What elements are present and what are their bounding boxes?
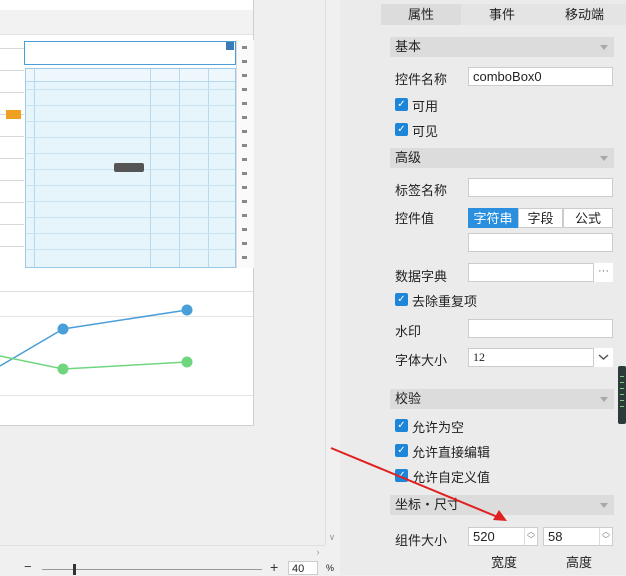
line-chart-widget[interactable] xyxy=(0,290,253,400)
control-name-label: 控件名称 xyxy=(395,72,448,87)
spinner-arrows-icon[interactable]: ︿ ﹀ xyxy=(524,528,537,545)
left-table-fragment[interactable] xyxy=(0,40,24,268)
zoom-input[interactable]: 40 xyxy=(288,561,318,575)
chevron-down-icon xyxy=(598,354,609,361)
control-name-input[interactable]: comboBox0 xyxy=(468,67,613,86)
height-value[interactable]: 58 xyxy=(548,529,562,544)
tab-events[interactable]: 事件 xyxy=(461,4,543,25)
value-type-field[interactable]: 字段 xyxy=(518,208,563,228)
data-dict-browse-button[interactable]: ··· xyxy=(593,263,613,282)
control-value-label: 控件值 xyxy=(395,211,435,226)
horizontal-scrollbar[interactable] xyxy=(0,545,325,560)
visible-checkbox[interactable]: ✓ xyxy=(395,123,408,136)
zoom-in-icon[interactable]: + xyxy=(270,560,282,574)
enabled-label: 可用 xyxy=(412,99,439,114)
page-header-strip xyxy=(0,10,253,35)
data-dict-label: 数据字典 xyxy=(395,269,448,284)
value-type-formula[interactable]: 公式 xyxy=(563,208,613,228)
font-size-select[interactable]: 12 xyxy=(468,348,613,367)
combobox-dropdown-icon[interactable] xyxy=(226,42,234,50)
chart-point-blue xyxy=(57,323,69,335)
width-value[interactable]: 520 xyxy=(473,529,495,544)
grid-header xyxy=(26,69,235,82)
font-size-label: 字体大小 xyxy=(395,353,448,368)
collapse-icon[interactable] xyxy=(600,156,608,161)
dedupe-checkbox[interactable]: ✓ xyxy=(395,293,408,306)
chart-point-blue xyxy=(181,304,193,316)
height-spinner[interactable]: 58 ︿ ﹀ xyxy=(543,527,613,546)
zoom-slider-thumb[interactable] xyxy=(73,564,76,575)
zoom-unit: % xyxy=(326,563,335,573)
chart-series-green xyxy=(0,355,188,370)
enabled-checkbox[interactable]: ✓ xyxy=(395,98,408,111)
width-caption: 宽度 xyxy=(491,555,518,570)
scroll-right-icon[interactable]: › xyxy=(311,545,325,559)
section-advanced[interactable]: 高级 xyxy=(390,148,614,168)
collapse-icon[interactable] xyxy=(600,397,608,402)
section-basic[interactable]: 基本 xyxy=(390,37,614,57)
combobox-widget[interactable] xyxy=(24,41,236,65)
tag-name-input[interactable] xyxy=(468,178,613,197)
section-validation[interactable]: 校验 xyxy=(390,389,614,409)
chart-series-blue xyxy=(0,309,188,367)
allow-empty-checkbox[interactable]: ✓ xyxy=(395,419,408,432)
component-size-label: 组件大小 xyxy=(395,533,448,548)
section-validation-title: 校验 xyxy=(395,391,422,406)
grid-tag-badge xyxy=(114,163,144,172)
tab-mobile[interactable]: 移动端 xyxy=(543,4,626,25)
tag-name-label: 标签名称 xyxy=(395,183,448,198)
dedupe-label: 去除重复项 xyxy=(412,294,478,309)
allow-empty-label: 允许为空 xyxy=(412,420,465,435)
font-size-dropdown[interactable] xyxy=(593,348,613,367)
orange-cell-marker xyxy=(6,110,21,119)
tab-properties[interactable]: 属性 xyxy=(381,4,461,25)
right-ruler xyxy=(236,40,254,268)
data-dict-input[interactable] xyxy=(468,263,613,282)
annotation-arrow-icon xyxy=(330,447,507,521)
height-caption: 高度 xyxy=(566,555,593,570)
section-basic-title: 基本 xyxy=(395,39,422,54)
chart-point-green xyxy=(57,363,69,375)
control-value-input[interactable] xyxy=(468,233,613,252)
section-advanced-title: 高级 xyxy=(395,150,422,165)
scroll-down-icon[interactable]: ∨ xyxy=(325,530,339,544)
watermark-input[interactable] xyxy=(468,319,613,338)
collapse-icon[interactable] xyxy=(600,503,608,508)
spinner-arrows-icon[interactable]: ︿ ﹀ xyxy=(599,528,612,545)
side-widget-strip[interactable] xyxy=(618,366,626,424)
visible-label: 可见 xyxy=(412,124,439,139)
value-type-string[interactable]: 字符串 xyxy=(468,208,518,228)
watermark-label: 水印 xyxy=(395,324,422,339)
collapse-icon[interactable] xyxy=(600,45,608,50)
chart-point-green xyxy=(181,356,193,368)
zoom-out-icon[interactable]: − xyxy=(24,560,36,573)
